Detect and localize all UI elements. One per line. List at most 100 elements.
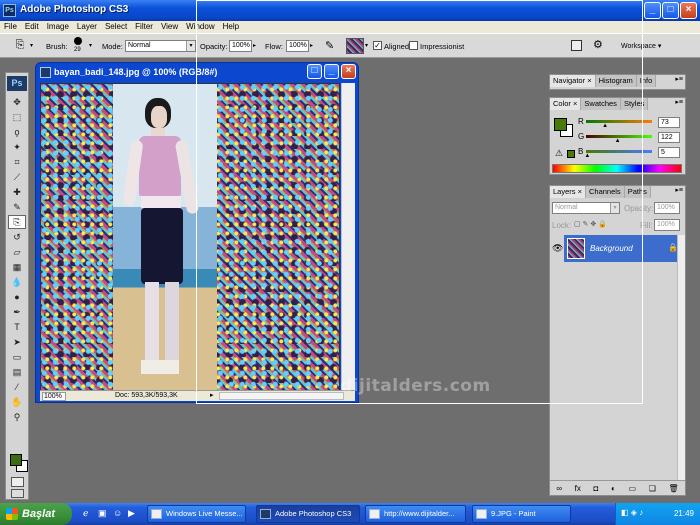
link-layers-icon[interactable]: ∞ [556,484,562,493]
document-restore-button[interactable]: □ [307,64,322,79]
tab-histogram[interactable]: Histogram [595,75,637,87]
task-paint[interactable]: 9.JPG - Paint [472,505,571,523]
task-browser[interactable]: http://www.dijitalder... [365,505,466,523]
opacity-field[interactable]: 100% [229,40,252,52]
task-windows-live-messenger[interactable]: Windows Live Messe... [147,505,246,523]
photoshop-logo[interactable]: Ps [7,76,27,91]
desktop-quicklaunch-icon[interactable]: ▣ [98,508,107,519]
document-minimize-button[interactable]: _ [324,64,339,79]
healing-brush-tool-icon[interactable]: ✚ [8,185,26,199]
impressionist-checkbox[interactable] [409,41,418,50]
layer-mask-icon[interactable]: ◘ [594,484,599,493]
document-close-button[interactable]: × [341,64,356,79]
eyedropper-tool-icon[interactable]: ⁄ [8,380,26,394]
brush-picker-arrow-icon[interactable]: ▾ [89,42,92,49]
delete-layer-icon[interactable]: 🗑 [669,484,679,493]
channel-r-slider[interactable] [586,120,652,123]
channel-g-thumb[interactable]: ▲ [615,138,621,144]
crop-tool-icon[interactable]: ⌗ [8,155,26,169]
zoom-tool-icon[interactable]: ⚲ [8,410,26,424]
color-foreground-swatch[interactable] [554,118,567,131]
type-tool-icon[interactable]: T [8,320,26,334]
media-quicklaunch-icon[interactable]: ▶ [128,508,135,519]
layer-opacity-field[interactable]: 100% [654,202,680,214]
pattern-swatch[interactable] [346,38,364,54]
clone-stamp-preset-icon[interactable]: ⎘ [12,39,28,53]
bridge-icon[interactable]: ⚙ [593,38,603,51]
layer-style-icon[interactable]: fx [575,484,581,493]
new-layer-icon[interactable]: ❏ [649,484,656,493]
gamut-warning-icon[interactable]: ⚠ [555,148,563,159]
horizontal-scrollbar[interactable] [219,392,344,400]
aligned-checkbox[interactable]: ✓ [373,41,382,50]
pattern-arrow-icon[interactable]: ▾ [365,42,368,49]
layer-row-background[interactable]: Background 🔒 [564,235,684,262]
menu-image[interactable]: Image [43,21,73,33]
close-button[interactable]: × [680,2,697,19]
start-button[interactable]: Başlat [0,503,72,525]
notes-tool-icon[interactable]: ▤ [8,365,26,379]
channel-b-value[interactable]: 5 [658,147,680,158]
tab-color[interactable]: Color × [550,98,582,110]
color-panel-menu-icon[interactable]: ▸≡ [675,98,683,106]
zoom-level-field[interactable]: 100% [42,392,66,401]
lock-icons[interactable]: ▢ ✎ ✥ 🔒 [574,220,607,228]
airbrush-icon[interactable]: ✎ [325,39,334,52]
status-arrow-icon[interactable]: ▸ [210,391,214,399]
shape-tool-icon[interactable]: ▭ [8,350,26,364]
flow-arrow-icon[interactable]: ▸ [310,42,313,49]
palette-well-icon[interactable] [571,40,582,51]
brush-tool-icon[interactable]: ✎ [8,200,26,214]
path-selection-tool-icon[interactable]: ➤ [8,335,26,349]
menu-help[interactable]: Help [219,21,243,33]
magic-wand-tool-icon[interactable]: ✦ [8,140,26,154]
mode-select[interactable]: Normal ▾ [125,40,196,52]
tab-channels[interactable]: Channels [585,186,625,198]
pen-tool-icon[interactable]: ✒ [8,305,26,319]
menu-filter[interactable]: Filter [131,21,157,33]
tab-navigator[interactable]: Navigator × [550,75,596,87]
tab-swatches[interactable]: Swatches [581,98,621,110]
channel-r-thumb[interactable]: ▲ [602,123,608,129]
panel-menu-icon[interactable]: ▸≡ [675,75,683,83]
brush-preview-icon[interactable] [74,37,82,45]
lasso-tool-icon[interactable]: ϙ [8,125,26,139]
flow-field[interactable]: 100% [286,40,309,52]
menu-edit[interactable]: Edit [21,21,43,33]
channel-r-value[interactable]: 73 [658,117,680,128]
minimize-button[interactable]: _ [644,2,661,19]
marquee-tool-icon[interactable]: ⬚ [8,110,26,124]
blur-tool-icon[interactable]: 💧 [8,275,26,289]
menu-layer[interactable]: Layer [73,21,101,33]
task-adobe-photoshop[interactable]: Adobe Photoshop CS3 [256,505,360,523]
tool-preset-arrow-icon[interactable]: ▾ [30,42,33,49]
color-spectrum-bar[interactable] [552,164,682,173]
gamut-swatch[interactable] [567,150,575,158]
opacity-arrow-icon[interactable]: ▸ [253,42,256,49]
blend-mode-select[interactable]: Normal ▾ [552,202,620,214]
fill-field[interactable]: 100% [654,219,680,231]
clone-stamp-tool-icon[interactable]: ⎘ [8,215,26,229]
layers-scrollbar[interactable] [677,235,685,481]
history-brush-tool-icon[interactable]: ↺ [8,230,26,244]
menu-file[interactable]: File [0,21,21,33]
messenger-quicklaunch-icon[interactable]: ☺ [113,508,122,518]
adjustment-layer-icon[interactable]: ◐ [611,484,616,493]
channel-b-slider[interactable] [586,150,652,153]
move-tool-icon[interactable]: ✥ [8,95,26,109]
tab-styles[interactable]: Styles [620,98,649,110]
channel-b-thumb[interactable]: ▲ [584,153,590,159]
screen-mode-icon[interactable] [11,489,24,498]
layers-panel-menu-icon[interactable]: ▸≡ [675,186,683,194]
menu-select[interactable]: Select [101,21,131,33]
tab-info[interactable]: Info [636,75,657,87]
tab-layers[interactable]: Layers × [550,186,586,198]
tray-icons[interactable]: ◧ ◈ ♪ [621,508,643,517]
eraser-tool-icon[interactable]: ▱ [8,245,26,259]
tab-paths[interactable]: Paths [624,186,651,198]
quick-mask-icon[interactable] [11,477,24,487]
foreground-color-swatch[interactable] [10,454,22,466]
ie-quicklaunch-icon[interactable]: ℯ [83,508,88,519]
hand-tool-icon[interactable]: ✋ [8,395,26,409]
maximize-button[interactable]: □ [662,2,679,19]
